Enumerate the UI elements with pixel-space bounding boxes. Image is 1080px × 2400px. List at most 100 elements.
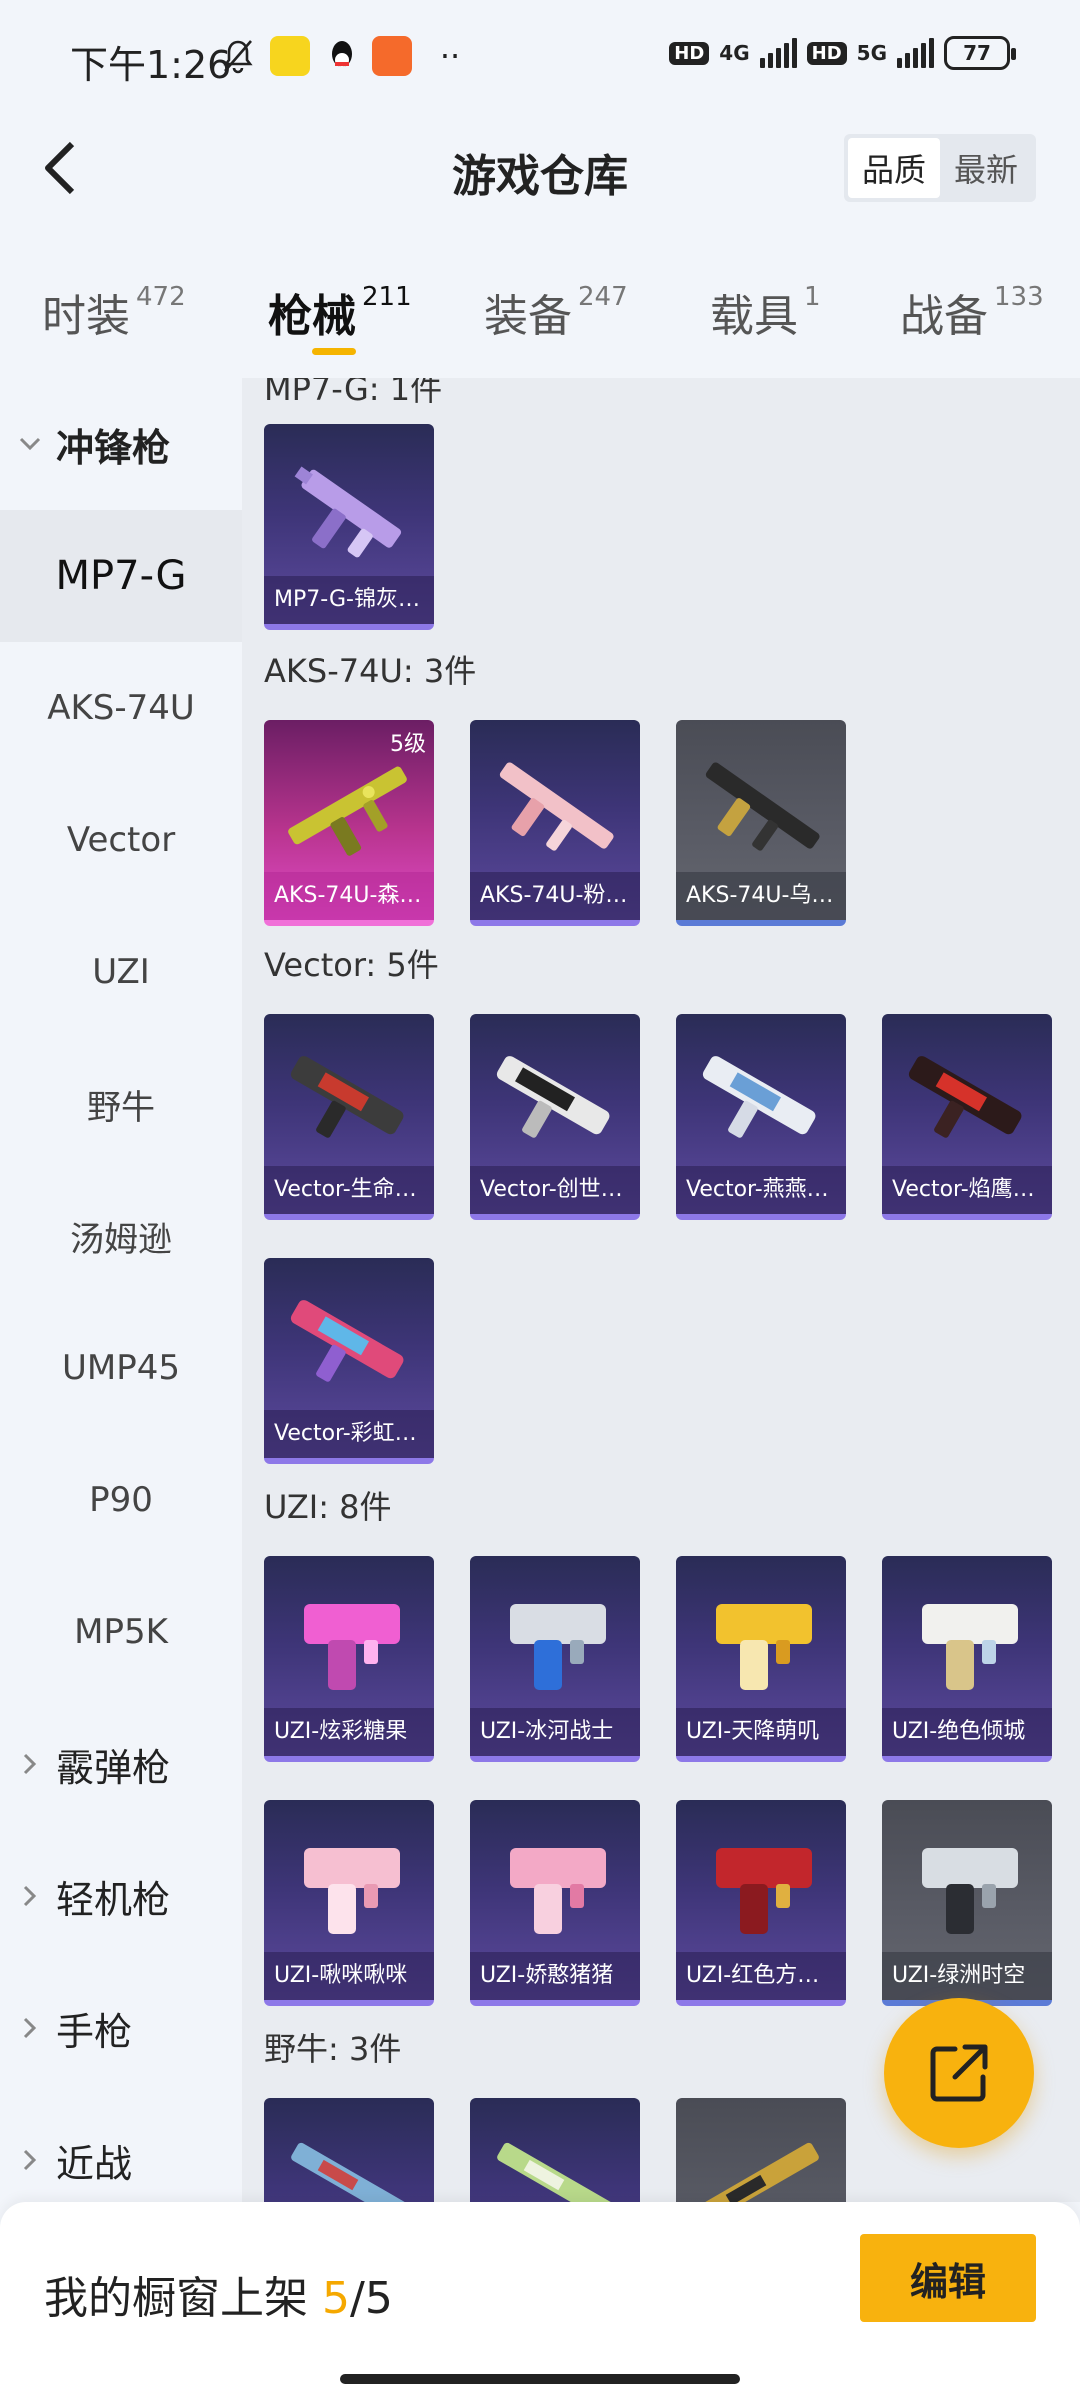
weapon-card[interactable]: UZI-娇憨猪猪 — [470, 1800, 640, 2006]
tab-label: 载具 — [710, 291, 798, 342]
signal-icon-2 — [897, 38, 934, 68]
gun-image-icon — [716, 1604, 812, 1690]
shelf-label: 我的橱窗上架 — [44, 2273, 308, 2324]
gun-image-icon — [702, 1056, 816, 1138]
weapon-card[interactable] — [676, 2098, 846, 2202]
weapon-name: AKS-74U-森… — [264, 872, 434, 920]
tab-equipment[interactable]: 装备 247 — [484, 280, 628, 344]
shelf-current: 5 — [322, 2273, 350, 2324]
sidebar-item-mp7g[interactable]: MP7-G — [0, 510, 242, 642]
sidebar-item-mp5k[interactable]: MP5K — [0, 1566, 242, 1698]
hd-badge: HD — [669, 41, 710, 65]
shelf-separator: / — [350, 2273, 365, 2324]
weapon-card[interactable]: Vector-燕燕… — [676, 1014, 846, 1220]
weapon-card[interactable]: Vector-生命… — [264, 1014, 434, 1220]
sidebar-group-pistol[interactable]: 手枪 — [0, 1962, 242, 2094]
weapon-card[interactable]: UZI-啾咪啾咪 — [264, 1800, 434, 2006]
weapon-name: Vector-彩虹… — [264, 1410, 434, 1458]
battery-icon: 77 — [944, 36, 1016, 70]
sidebar-item-aks74u[interactable]: AKS-74U — [0, 642, 242, 774]
weapon-card[interactable]: UZI-炫彩糖果 — [264, 1556, 434, 1762]
gun-image-icon — [304, 1848, 400, 1934]
status-time: 下午1:26 — [70, 43, 232, 87]
weapon-name: Vector-燕燕… — [676, 1166, 846, 1214]
sort-quality-button[interactable]: 品质 — [848, 138, 940, 198]
weapon-name: Vector-创世… — [470, 1166, 640, 1214]
weapon-name: UZI-绝色倾城 — [882, 1708, 1052, 1756]
weapon-name: MP7-G-锦灰… — [264, 576, 434, 624]
weapon-card[interactable]: 5级 AKS-74U-森… — [264, 720, 434, 926]
gun-image-icon — [510, 1604, 606, 1690]
tab-supplies[interactable]: 战备 133 — [900, 280, 1044, 344]
weapon-name: UZI-红色方… — [676, 1952, 846, 2000]
weapon-card[interactable]: UZI-绝色倾城 — [882, 1556, 1052, 1762]
gun-image-icon — [290, 1056, 404, 1138]
gun-image-icon — [716, 1848, 812, 1934]
chevron-right-icon — [18, 1752, 42, 1776]
tab-label: 枪械 — [268, 291, 356, 342]
weapon-name: UZI-冰河战士 — [470, 1708, 640, 1756]
share-external-icon — [930, 2044, 988, 2102]
sidebar-item-thompson[interactable]: 汤姆逊 — [0, 1170, 242, 1302]
sidebar-group-shotgun[interactable]: 霰弹枪 — [0, 1698, 242, 1830]
level-badge: 5级 — [390, 732, 426, 757]
sidebar-group-lmg[interactable]: 轻机枪 — [0, 1830, 242, 1962]
gun-image-icon — [922, 1848, 1018, 1934]
weapon-name: UZI-娇憨猪猪 — [470, 1952, 640, 2000]
app-notification-icon — [270, 36, 310, 76]
weapon-grid: MP7-G: 1件 MP7-G-锦灰… AKS-74U: 3件 5级 AKS-7… — [242, 378, 1080, 2202]
gun-image-icon — [288, 766, 407, 856]
section-title-mp7g: MP7-G: 1件 — [264, 378, 443, 408]
tab-vehicles[interactable]: 载具 1 — [710, 280, 821, 344]
tab-label: 时装 — [42, 291, 130, 342]
sidebar-item-p90[interactable]: P90 — [0, 1434, 242, 1566]
gun-image-icon — [294, 466, 402, 558]
tab-count: 1 — [804, 282, 821, 312]
shelf-total: 5 — [364, 2273, 393, 2324]
signal-icon — [759, 38, 797, 68]
weapon-card[interactable]: UZI-冰河战士 — [470, 1556, 640, 1762]
sort-latest-button[interactable]: 最新 — [940, 138, 1032, 198]
weapon-card[interactable]: UZI-天降萌叽 — [676, 1556, 846, 1762]
section-title-uzi: UZI: 8件 — [264, 1488, 392, 1526]
tab-fashion[interactable]: 时装 472 — [42, 280, 186, 344]
weapon-card[interactable]: AKS-74U-乌… — [676, 720, 846, 926]
sidebar-group-melee[interactable]: 近战 — [0, 2094, 242, 2202]
home-indicator[interactable] — [340, 2374, 740, 2384]
mute-bell-icon — [218, 36, 258, 76]
weapon-card[interactable]: Vector-创世… — [470, 1014, 640, 1220]
weapon-card[interactable]: Vector-彩虹… — [264, 1258, 434, 1464]
chevron-right-icon — [18, 2016, 42, 2040]
weapon-name: UZI-炫彩糖果 — [264, 1708, 434, 1756]
weapon-card[interactable]: UZI-绿洲时空 — [882, 1800, 1052, 2006]
sidebar-item-uzi[interactable]: UZI — [0, 906, 242, 1038]
weapon-name: AKS-74U-乌… — [676, 872, 846, 920]
weapon-card[interactable] — [264, 2098, 434, 2202]
section-title-bizon: 野牛: 3件 — [264, 2030, 402, 2068]
tab-label: 战备 — [900, 291, 988, 342]
tab-guns[interactable]: 枪械 211 — [268, 280, 412, 344]
sidebar-item-bizon[interactable]: 野牛 — [0, 1038, 242, 1170]
sidebar-item-vector[interactable]: Vector — [0, 774, 242, 906]
gun-image-icon — [699, 2142, 819, 2202]
weapon-card[interactable]: UZI-红色方… — [676, 1800, 846, 2006]
chevron-right-icon — [18, 2148, 42, 2172]
weapon-card[interactable] — [470, 2098, 640, 2202]
tab-label: 装备 — [484, 291, 572, 342]
sidebar-group-label: 近战 — [56, 2141, 133, 2186]
category-tabs: 时装 472 枪械 211 装备 247 载具 1 战备 133 — [0, 260, 1080, 380]
back-button[interactable] — [30, 136, 90, 200]
share-button[interactable] — [884, 1998, 1034, 2148]
sidebar-item-ump45[interactable]: UMP45 — [0, 1302, 242, 1434]
bottom-bar: 我的橱窗上架 5/5 编辑 — [0, 2202, 1080, 2400]
weapon-type-sidebar: 冲锋枪 MP7-G AKS-74U Vector UZI 野牛 汤姆逊 UMP4… — [0, 378, 242, 2202]
weapon-card[interactable]: AKS-74U-粉… — [470, 720, 640, 926]
gun-image-icon — [922, 1604, 1018, 1690]
gun-image-icon — [496, 1056, 610, 1138]
sidebar-group-smg[interactable]: 冲锋枪 — [0, 378, 242, 510]
network-5g: 5G — [856, 41, 887, 65]
weapon-card[interactable]: Vector-焰鹰… — [882, 1014, 1052, 1220]
weapon-card[interactable]: MP7-G-锦灰… — [264, 424, 434, 630]
tab-count: 472 — [136, 282, 186, 312]
edit-button[interactable]: 编辑 — [860, 2234, 1036, 2322]
